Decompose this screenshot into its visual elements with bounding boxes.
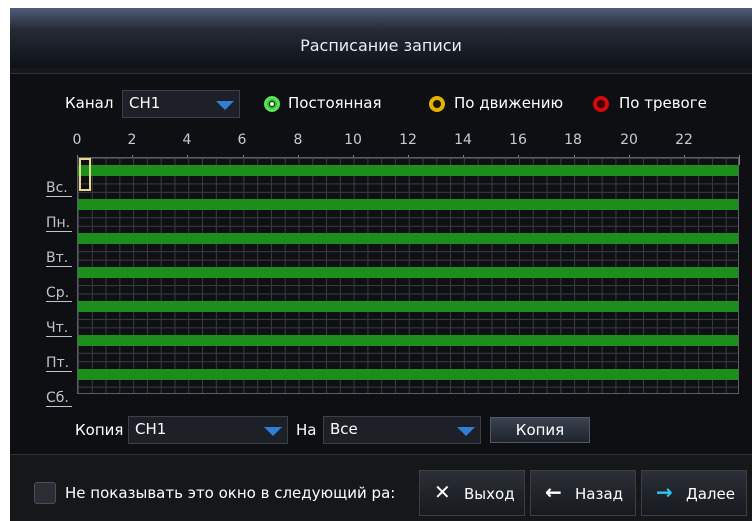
title-bar: Расписание записи — [10, 8, 752, 68]
hour-tick-label: 2 — [127, 132, 137, 148]
chevron-down-icon — [216, 101, 234, 110]
schedule-bar-thu[interactable] — [78, 301, 738, 312]
copy-from-select[interactable]: CH1 — [128, 416, 288, 444]
radio-alarm-icon[interactable] — [593, 96, 609, 112]
hour-tick-label: 12 — [399, 132, 417, 148]
channel-label: Канал — [65, 94, 114, 112]
radio-constant-icon[interactable] — [264, 96, 280, 112]
channel-select-value: CH1 — [129, 94, 161, 112]
schedule-panel: Канал CH1 Постоянная По движению По трев… — [10, 73, 752, 455]
grid-cursor — [79, 158, 91, 191]
chevron-down-icon — [264, 427, 282, 436]
schedule-bar-fri[interactable] — [78, 335, 738, 346]
footer-bar: Не показывать это окно в следующий ра: ✕… — [10, 454, 752, 521]
day-label-wed: Ср. — [46, 285, 72, 302]
schedule-bar-tue[interactable] — [78, 233, 738, 244]
hour-tick-label: 10 — [344, 132, 362, 148]
day-label-sun: Вс. — [46, 180, 72, 197]
close-icon: ✕ — [434, 480, 451, 504]
schedule-bar-mon[interactable] — [78, 199, 738, 210]
copy-button[interactable]: Копия — [490, 417, 590, 443]
copy-to-select[interactable]: Все — [323, 416, 481, 444]
exit-button[interactable]: ✕ Выход — [419, 470, 525, 516]
arrow-left-icon: ← — [545, 480, 562, 504]
exit-button-label: Выход — [464, 485, 515, 503]
schedule-bar-wed[interactable] — [78, 267, 738, 278]
back-button-label: Назад — [575, 485, 624, 503]
day-label-tue: Вт. — [46, 250, 72, 267]
next-button[interactable]: → Далее — [641, 470, 747, 516]
hour-tick-mark — [739, 155, 740, 165]
hour-tick-label: 22 — [675, 132, 693, 148]
schedule-bar-sun[interactable] — [78, 165, 738, 176]
hour-tick-label: 18 — [564, 132, 582, 148]
schedule-window: Расписание записи Канал CH1 Постоянная П… — [10, 8, 752, 521]
channel-select[interactable]: CH1 — [122, 90, 240, 118]
radio-motion-icon[interactable] — [429, 96, 445, 112]
copy-from-value: CH1 — [135, 420, 167, 438]
hour-tick-label: 0 — [72, 132, 82, 148]
mode-motion-label: По движению — [454, 94, 564, 112]
chevron-down-icon — [457, 427, 475, 436]
hour-tick-label: 14 — [454, 132, 472, 148]
dont-show-label: Не показывать это окно в следующий ра: — [65, 484, 396, 502]
arrow-right-icon: → — [656, 480, 673, 504]
window-title: Расписание записи — [300, 36, 462, 55]
copy-label: Копия — [75, 421, 124, 439]
copy-to-label: На — [296, 421, 317, 439]
hour-tick-label: 16 — [509, 132, 527, 148]
next-button-label: Далее — [686, 485, 735, 503]
schedule-grid[interactable] — [77, 157, 739, 394]
hour-tick-label: 8 — [293, 132, 303, 148]
mode-alarm-label: По тревоге — [619, 94, 707, 112]
day-label-mon: Пн. — [46, 215, 72, 232]
day-label-thu: Чт. — [46, 320, 72, 337]
day-label-fri: Пт. — [46, 355, 72, 372]
schedule-bar-sat[interactable] — [78, 369, 738, 380]
dont-show-checkbox[interactable] — [34, 482, 56, 504]
copy-to-value: Все — [330, 420, 358, 438]
mode-constant-label: Постоянная — [288, 94, 382, 112]
hour-tick-label: 20 — [620, 132, 638, 148]
back-button[interactable]: ← Назад — [530, 470, 636, 516]
day-label-sat: Сб. — [46, 390, 72, 407]
hour-tick-label: 6 — [237, 132, 247, 148]
hour-tick-label: 4 — [182, 132, 192, 148]
